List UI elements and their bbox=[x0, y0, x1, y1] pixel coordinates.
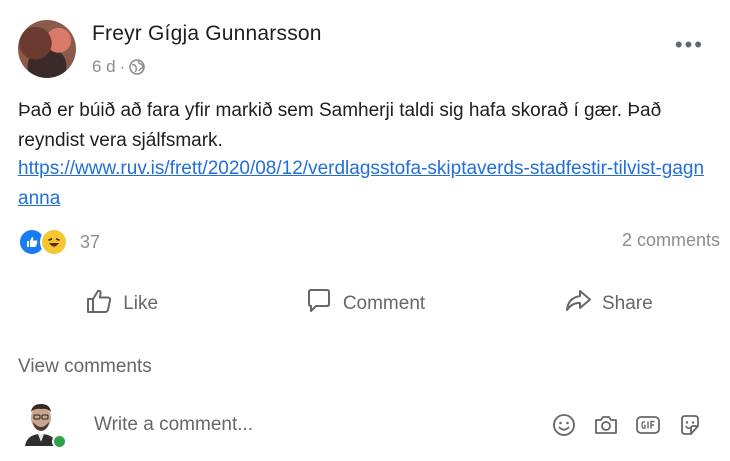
speech-bubble-icon bbox=[305, 287, 333, 321]
reaction-summary[interactable]: 37 bbox=[18, 228, 100, 256]
share-label: Share bbox=[601, 293, 653, 314]
meta-separator: · bbox=[119, 57, 126, 76]
more-options-button[interactable]: ••• bbox=[675, 32, 704, 58]
comment-composer[interactable] bbox=[80, 402, 715, 448]
composer-tools bbox=[551, 412, 703, 438]
gif-icon[interactable] bbox=[635, 412, 661, 438]
share-arrow-icon bbox=[564, 288, 592, 320]
comment-input[interactable] bbox=[92, 413, 516, 437]
online-status-dot bbox=[52, 434, 67, 449]
post-meta: 6 d · bbox=[92, 57, 146, 77]
post-link[interactable]: https://www.ruv.is/frett/2020/08/12/verd… bbox=[18, 154, 708, 214]
like-label: Like bbox=[123, 293, 159, 314]
comment-button[interactable]: Comment bbox=[243, 282, 486, 326]
view-comments-link[interactable]: View comments bbox=[18, 356, 152, 378]
camera-icon[interactable] bbox=[593, 412, 619, 438]
post-time[interactable]: 6 d bbox=[92, 57, 116, 77]
sticker-icon[interactable] bbox=[677, 412, 703, 438]
like-button[interactable]: Like bbox=[0, 282, 243, 326]
share-button[interactable]: Share bbox=[487, 282, 730, 326]
author-name[interactable]: Freyr Gígja Gunnarsson bbox=[92, 22, 322, 46]
reaction-count: 37 bbox=[80, 231, 101, 252]
haha-icon bbox=[40, 228, 68, 256]
comment-label: Comment bbox=[342, 293, 426, 314]
comments-count-link[interactable]: 2 comments bbox=[622, 230, 720, 251]
post-action-bar: Like Comment Share bbox=[0, 282, 730, 326]
emoji-icon[interactable] bbox=[551, 412, 577, 438]
globe-icon[interactable] bbox=[129, 59, 146, 75]
author-avatar[interactable] bbox=[18, 20, 76, 78]
post-text: Það er búið að fara yfir markið sem Samh… bbox=[18, 100, 662, 151]
thumbs-up-icon bbox=[85, 288, 113, 320]
